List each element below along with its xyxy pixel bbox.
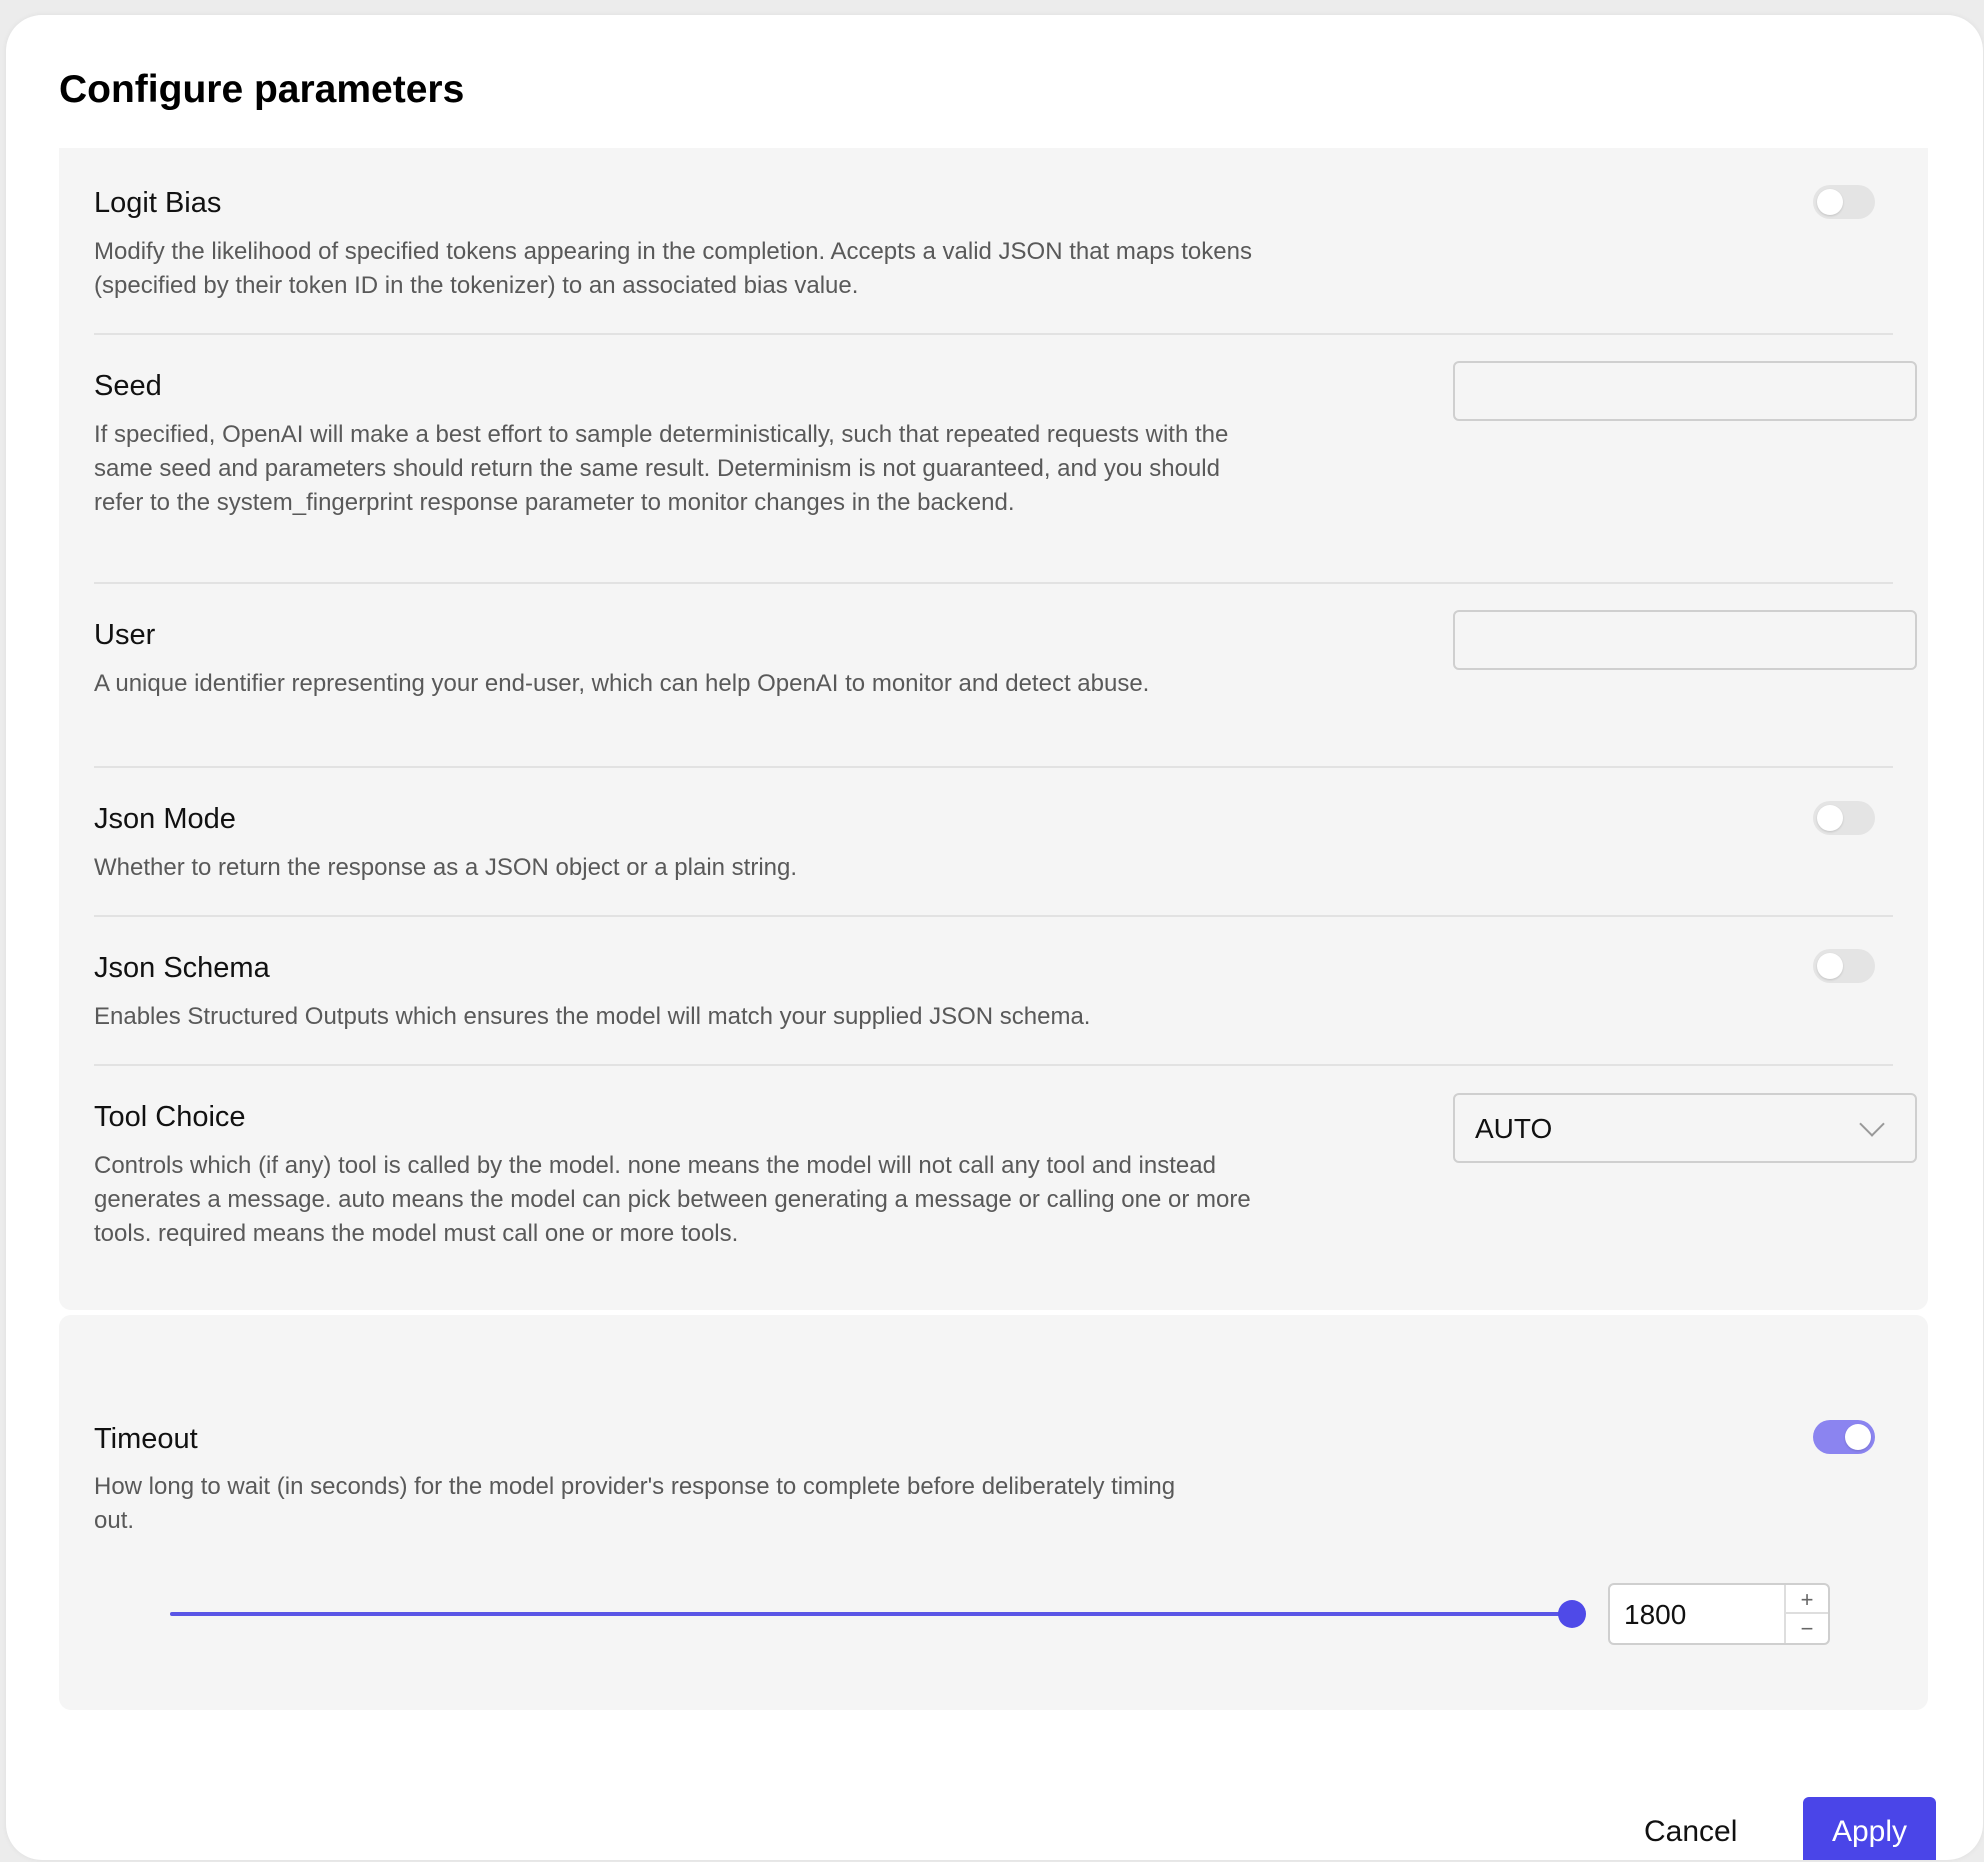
configure-parameters-dialog: Configure parameters Logit Bias Modify t…	[6, 15, 1983, 1860]
param-title: User	[94, 619, 156, 651]
param-row-tool-choice: Tool Choice Controls which (if any) tool…	[94, 1066, 1917, 1296]
json-mode-toggle[interactable]	[1813, 801, 1875, 835]
timeout-stepper: + −	[1784, 1585, 1828, 1643]
timeout-toggle[interactable]	[1813, 1420, 1875, 1454]
param-description: Enables Structured Outputs which ensures…	[94, 1003, 1091, 1030]
param-title: Logit Bias	[94, 187, 222, 219]
timeout-title: Timeout	[94, 1423, 198, 1455]
user-input[interactable]	[1453, 610, 1917, 670]
tool-choice-selected-value: AUTO	[1475, 1113, 1553, 1144]
param-description: A unique identifier representing your en…	[94, 670, 1150, 697]
timeout-value[interactable]: 1800	[1624, 1599, 1774, 1631]
dialog-title: Configure parameters	[59, 68, 465, 111]
json-schema-toggle[interactable]	[1813, 949, 1875, 983]
param-row-logit-bias: Logit Bias Modify the likelihood of spec…	[94, 148, 1893, 335]
toggle-knob	[1845, 1424, 1871, 1450]
tool-choice-select[interactable]: AUTO	[1453, 1093, 1917, 1163]
param-row-user: User A unique identifier representing yo…	[94, 584, 1917, 768]
param-row-seed: Seed If specified, OpenAI will make a be…	[94, 335, 1917, 584]
logit-bias-toggle[interactable]	[1813, 185, 1875, 219]
param-title: Json Mode	[94, 803, 236, 835]
toggle-knob	[1817, 953, 1843, 979]
timeout-description: How long to wait (in seconds) for the mo…	[94, 1473, 1176, 1534]
param-description: If specified, OpenAI will make a best ef…	[94, 421, 1229, 516]
param-description: Whether to return the response as a JSON…	[94, 854, 798, 881]
param-title: Seed	[94, 370, 162, 402]
apply-button[interactable]: Apply	[1803, 1797, 1936, 1860]
toggle-knob	[1817, 189, 1843, 215]
param-row-json-schema: Json Schema Enables Structured Outputs w…	[94, 917, 1893, 1066]
timeout-slider-track[interactable]	[170, 1600, 1586, 1628]
param-description: Controls which (if any) tool is called b…	[94, 1152, 1251, 1247]
chevron-down-icon	[1859, 1111, 1885, 1137]
decrement-button[interactable]: −	[1786, 1614, 1828, 1643]
toggle-knob	[1817, 805, 1843, 831]
cancel-button[interactable]: Cancel	[1644, 1810, 1737, 1854]
param-title: Tool Choice	[94, 1101, 246, 1133]
param-row-json-mode: Json Mode Whether to return the response…	[94, 768, 1893, 917]
increment-button[interactable]: +	[1786, 1585, 1828, 1614]
seed-input[interactable]	[1453, 361, 1917, 421]
timeout-number-input[interactable]: 1800 + −	[1608, 1583, 1830, 1645]
param-title: Json Schema	[94, 952, 270, 984]
timeout-panel: Timeout How long to wait (in seconds) fo…	[59, 1315, 1928, 1710]
timeout-slider-thumb[interactable]	[1558, 1600, 1586, 1628]
param-description: Modify the likelihood of specified token…	[94, 238, 1252, 299]
parameters-panel: Logit Bias Modify the likelihood of spec…	[59, 148, 1928, 1310]
timeout-slider-fill	[170, 1612, 1572, 1616]
